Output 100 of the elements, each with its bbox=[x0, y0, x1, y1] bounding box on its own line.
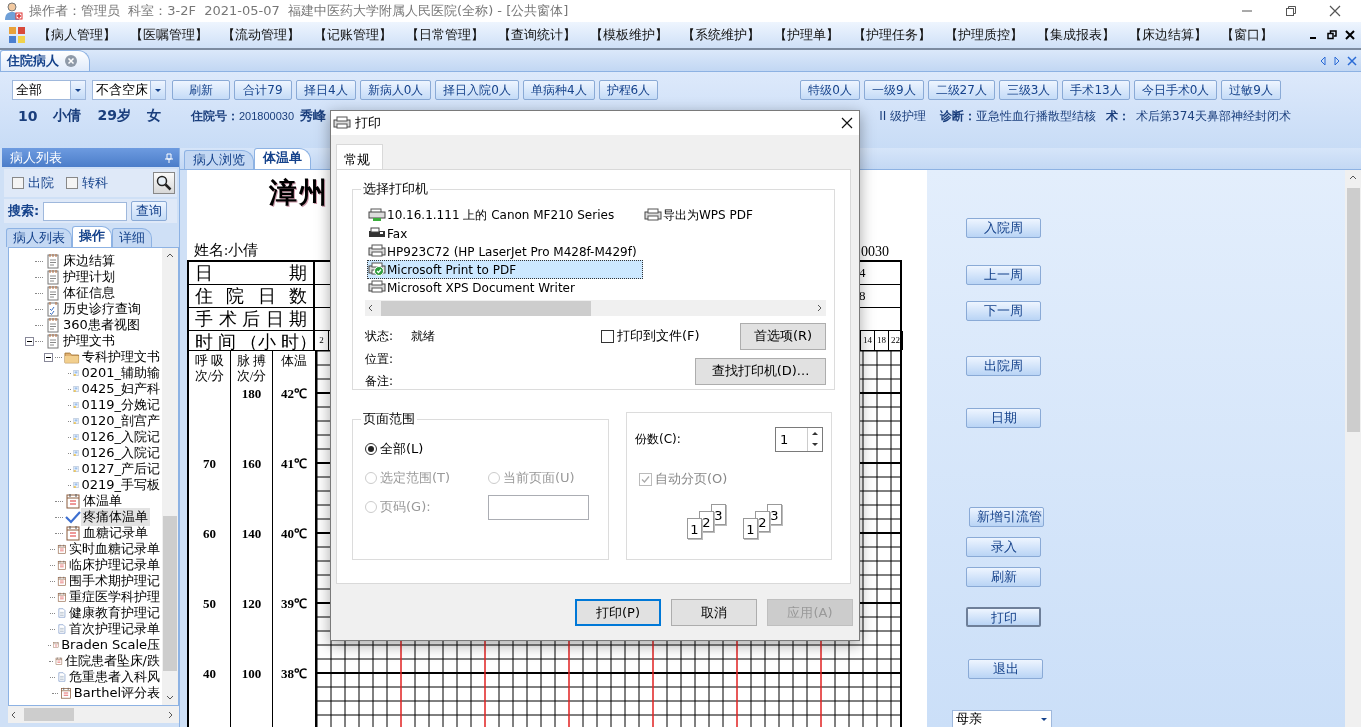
tree-item[interactable]: 血糖记录单 bbox=[81, 524, 150, 542]
panel-tab[interactable]: 病人列表 bbox=[6, 228, 72, 247]
menu-item[interactable]: 【护理质控】 bbox=[945, 26, 1023, 44]
tree-item[interactable]: 床边结算 bbox=[61, 252, 117, 270]
sheet-tab[interactable]: 病人浏览 bbox=[184, 150, 254, 169]
scrollbar-thumb[interactable] bbox=[24, 708, 74, 721]
filter-dropdown[interactable]: 全部 bbox=[12, 80, 86, 100]
collapse-icon[interactable] bbox=[44, 352, 54, 362]
tree-item[interactable]: 0127_产后记 bbox=[79, 460, 162, 478]
arrow-right-icon[interactable] bbox=[1333, 55, 1341, 66]
tree-item[interactable]: 围手术期护理记 bbox=[67, 572, 162, 590]
side-button[interactable]: 刷新 bbox=[966, 567, 1041, 587]
tree-item[interactable]: 临床护理记录单 bbox=[67, 556, 162, 574]
preferences-button[interactable]: 首选项(R) bbox=[740, 322, 826, 350]
caret-icon[interactable] bbox=[70, 81, 85, 99]
tree-item[interactable]: 体征信息 bbox=[61, 284, 117, 302]
pin-icon[interactable] bbox=[165, 152, 173, 163]
printer-item[interactable]: 10.16.1.111 上的 Canon MF210 Series bbox=[367, 206, 643, 225]
side-button[interactable]: 新增引流管 bbox=[969, 507, 1044, 527]
tree-item[interactable]: 危重患者入科风 bbox=[67, 668, 162, 686]
tree-item[interactable]: 0219_手写板 bbox=[79, 476, 162, 494]
menu-item[interactable]: 【记账管理】 bbox=[314, 26, 392, 44]
tree-item[interactable]: 重症医学科护理 bbox=[67, 588, 162, 606]
menu-item[interactable]: 【窗口】 bbox=[1221, 26, 1273, 44]
sheet-tab[interactable]: 体温单 bbox=[254, 148, 311, 169]
tree-item[interactable]: 护理文书 bbox=[61, 332, 117, 350]
tree-item[interactable]: 0126_入院记 bbox=[79, 444, 162, 462]
radio-button[interactable]: 全部(L) bbox=[365, 440, 488, 458]
menu-item[interactable]: 【查询统计】 bbox=[498, 26, 576, 44]
panel-tab[interactable]: 操作 bbox=[72, 226, 112, 247]
tree-item[interactable]: 历史诊疗查询 bbox=[61, 300, 143, 318]
page-range-field[interactable] bbox=[488, 494, 589, 520]
side-button[interactable]: 日期 bbox=[966, 408, 1041, 428]
side-button[interactable]: 下一周 bbox=[966, 301, 1041, 321]
tree-item[interactable]: 0425_妇产科 bbox=[79, 380, 162, 398]
checkbox[interactable]: 打印到文件(F) bbox=[601, 327, 700, 345]
menu-item[interactable]: 【医嘱管理】 bbox=[130, 26, 208, 44]
close-icon[interactable] bbox=[1345, 30, 1355, 40]
tree-item[interactable]: 实时血糖记录单 bbox=[67, 540, 162, 558]
side-button[interactable]: 退出 bbox=[968, 659, 1043, 679]
menu-item[interactable]: 【集成报表】 bbox=[1037, 26, 1115, 44]
printer-item[interactable]: Microsoft XPS Document Writer bbox=[367, 278, 643, 297]
grid-icon[interactable] bbox=[8, 26, 26, 44]
tree-item[interactable]: 0126_入院记 bbox=[79, 428, 162, 446]
toolbar-button[interactable]: 一级9人 bbox=[863, 80, 924, 100]
side-button[interactable]: 打印 bbox=[966, 607, 1041, 627]
printer-item[interactable]: Microsoft Print to PDF bbox=[367, 260, 643, 279]
arrow-left-icon[interactable] bbox=[1319, 55, 1327, 66]
tree-item[interactable]: 健康教育护理记 bbox=[67, 604, 162, 622]
tree-item[interactable]: 护理计划 bbox=[61, 268, 117, 286]
dialog-button[interactable]: 打印(P) bbox=[575, 599, 661, 626]
side-button[interactable]: 入院周 bbox=[966, 218, 1041, 238]
tree-item[interactable]: 首次护理记录单 bbox=[67, 620, 162, 638]
caret-icon[interactable] bbox=[150, 81, 165, 99]
toolbar-button[interactable]: 择日4人 bbox=[296, 80, 356, 100]
menu-item[interactable]: 【日常管理】 bbox=[406, 26, 484, 44]
tree-item[interactable]: Braden Scale压 bbox=[59, 636, 162, 654]
dialog-button[interactable]: 取消 bbox=[671, 599, 757, 626]
menu-item[interactable]: 【床边结算】 bbox=[1129, 26, 1207, 44]
toolbar-button[interactable]: 择日入院0人 bbox=[435, 80, 519, 100]
toolbar-button[interactable]: 护程6人 bbox=[598, 80, 659, 100]
scrollbar-thumb[interactable] bbox=[381, 300, 591, 316]
scrollbar-track[interactable] bbox=[1345, 170, 1361, 727]
side-button[interactable]: 录入 bbox=[966, 537, 1041, 557]
relation-dropdown[interactable]: 母亲 bbox=[952, 710, 1052, 727]
toolbar-button[interactable]: 刷新 bbox=[172, 80, 230, 100]
close-icon[interactable] bbox=[841, 117, 853, 129]
side-button[interactable]: 上一周 bbox=[966, 265, 1041, 285]
restore-icon[interactable] bbox=[1327, 30, 1337, 40]
filter-dropdown[interactable]: 不含空床 bbox=[92, 80, 166, 100]
menu-item[interactable]: 【模板维护】 bbox=[590, 26, 668, 44]
restore-icon[interactable] bbox=[1285, 5, 1297, 17]
tree-item[interactable]: 疼痛体温单 bbox=[81, 508, 150, 526]
toolbar-button[interactable]: 今日手术0人 bbox=[1133, 80, 1218, 100]
checkbox[interactable]: 转科 bbox=[66, 174, 108, 192]
menu-item[interactable]: 【系统维护】 bbox=[682, 26, 760, 44]
tree-item[interactable]: 0120_剖宫产 bbox=[79, 412, 162, 430]
toolbar-button[interactable]: 手术13人 bbox=[1062, 80, 1130, 100]
scrollbar-thumb[interactable] bbox=[1346, 188, 1360, 432]
scrollbar-track[interactable] bbox=[8, 706, 179, 723]
checkbox[interactable]: 出院 bbox=[12, 174, 54, 192]
tree-item[interactable]: 0201_辅助输 bbox=[79, 364, 162, 382]
toolbar-button[interactable]: 二级27人 bbox=[927, 80, 995, 100]
toolbar-button[interactable]: 特级0人 bbox=[800, 80, 860, 100]
toolbar-button[interactable]: 合计79 bbox=[234, 80, 292, 100]
tree-item[interactable]: 0119_分娩记 bbox=[79, 396, 162, 414]
tree-item[interactable]: Barthel评分表 bbox=[71, 684, 162, 702]
collapse-icon[interactable] bbox=[24, 336, 34, 346]
toolbar-button[interactable]: 三级3人 bbox=[998, 80, 1059, 100]
find-printer-button[interactable]: 查找打印机(D)... bbox=[695, 357, 826, 385]
printer-item[interactable]: 导出为WPS PDF bbox=[643, 206, 826, 225]
menu-item[interactable]: 【流动管理】 bbox=[222, 26, 300, 44]
menu-item[interactable]: 【护理单】 bbox=[774, 26, 839, 44]
side-button[interactable]: 出院周 bbox=[966, 356, 1041, 376]
menu-item[interactable]: 【护理任务】 bbox=[853, 26, 931, 44]
tree-item[interactable]: 体温单 bbox=[81, 492, 124, 510]
printer-item[interactable]: HP923C72 (HP LaserJet Pro M428f-M429f) bbox=[367, 242, 643, 261]
toolbar-button[interactable]: 过敏9人 bbox=[1221, 80, 1281, 100]
tree-item[interactable]: 专科护理文书 bbox=[80, 348, 162, 366]
query-button[interactable]: 查询 bbox=[131, 201, 168, 221]
